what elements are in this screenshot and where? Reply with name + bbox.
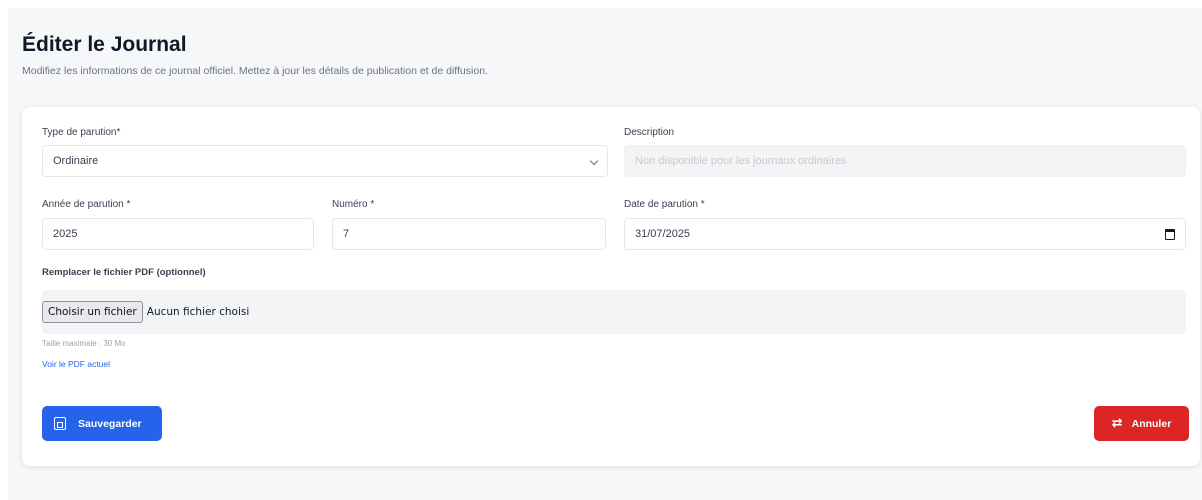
save-icon: [54, 417, 66, 430]
return-arrow-icon: ⇄: [1111, 416, 1123, 431]
number-value: 7: [343, 228, 350, 240]
chevron-down-icon: [589, 156, 599, 166]
view-pdf-link[interactable]: Voir le PDF actuel: [42, 359, 110, 369]
date-value: 31/07/2025: [635, 228, 691, 240]
file-status: Aucun fichier choisi: [146, 306, 250, 318]
date-label: Date de parution *: [624, 199, 705, 210]
page-title: Éditer le Journal: [22, 33, 187, 56]
max-size-hint: Taille maximale : 30 Mo: [42, 339, 126, 348]
year-label: Année de parution *: [42, 199, 131, 210]
description-label: Description: [624, 127, 675, 138]
year-value: 2025: [53, 228, 78, 240]
save-button-label: Sauvegarder: [78, 417, 142, 430]
year-input[interactable]: 2025: [42, 218, 314, 250]
description-placeholder: Non disponible pour les journaux ordinai…: [635, 155, 847, 167]
edit-form-card: Type de parution* Ordinaire Description …: [22, 107, 1200, 466]
date-input[interactable]: 31/07/2025: [624, 218, 1186, 250]
cancel-button[interactable]: ⇄ Annuler: [1094, 406, 1189, 441]
calendar-icon[interactable]: [1165, 229, 1175, 240]
description-field: Non disponible pour les journaux ordinai…: [624, 145, 1186, 177]
page-header: Éditer le Journal Modifiez les informati…: [22, 32, 488, 78]
save-button[interactable]: Sauvegarder: [42, 406, 162, 441]
number-input[interactable]: 7: [332, 218, 606, 250]
file-input[interactable]: Choisir un fichier Aucun fichier choisi: [42, 290, 1186, 334]
number-label: Numéro *: [332, 199, 375, 210]
cancel-button-label: Annuler: [1131, 417, 1172, 430]
type-select-value: Ordinaire: [53, 155, 99, 167]
type-select[interactable]: Ordinaire: [42, 145, 608, 177]
pdf-label: Remplacer le fichier PDF (optionnel): [42, 267, 206, 278]
choose-file-button[interactable]: Choisir un fichier: [42, 301, 143, 323]
type-label: Type de parution*: [42, 127, 121, 138]
page-subtitle: Modifiez les informations de ce journal …: [22, 65, 488, 77]
